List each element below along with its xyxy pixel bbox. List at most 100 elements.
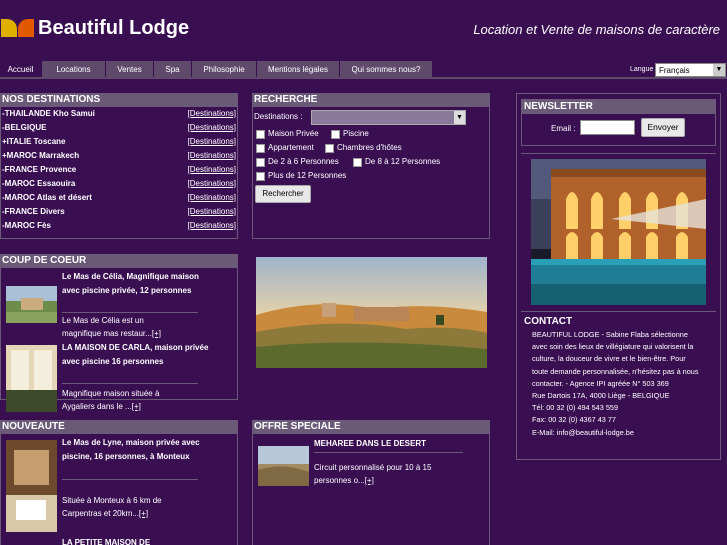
checkbox-appartement[interactable] — [256, 144, 265, 153]
destination-item[interactable]: -FRANCE Divers [Destinations] — [2, 205, 236, 219]
contact-title: CONTACT — [524, 316, 573, 327]
contact-line: avec soin des lieux de villégiature qui … — [532, 342, 694, 352]
logo-shape-yellow — [1, 19, 17, 37]
maison-de-carla-photo[interactable] — [6, 345, 57, 412]
destinations-link[interactable]: [Destinations] — [188, 107, 236, 121]
contact-line: BEAUTIFUL LODGE - Sabine Flaba sélection… — [532, 330, 688, 339]
coup-de-coeur-item-1-text: Le Mas de Célia est un magnifique mas re… — [62, 316, 161, 338]
nouveaute-item-1-text: Située à Monteux à 6 km de Carpentras et… — [62, 496, 162, 518]
destination-name[interactable]: -MAROC Fès — [2, 221, 51, 230]
checkbox-chambres-hotes[interactable] — [325, 144, 334, 153]
email-field[interactable] — [580, 120, 635, 135]
coup-de-coeur-item-2-text: Magnifique maison située à Aygaliers dan… — [62, 389, 160, 411]
email-label: Email : — [551, 124, 576, 133]
mas-de-celia-photo[interactable] — [6, 286, 57, 323]
contact-line: Tél: 00 32 (0) 494 543 559 — [532, 403, 619, 413]
destinations-link[interactable]: [Destinations] — [188, 135, 236, 149]
destination-item[interactable]: -BELGIQUE [Destinations] — [2, 121, 236, 135]
checkbox-plus-12-personnes[interactable] — [256, 172, 265, 181]
tab-qui-sommes-nous[interactable]: Qui sommes nous? — [340, 61, 433, 78]
item-divider — [314, 452, 463, 453]
destinations-select[interactable]: ▼ — [311, 110, 466, 125]
destination-name[interactable]: -MAROC Essaouira — [2, 179, 75, 188]
offre-speciale-title: OFFRE SPECIALE — [252, 420, 490, 434]
logo-shape-orange — [18, 19, 34, 37]
nouveaute-item-2-title[interactable]: LA PETITE MAISON DE — [62, 536, 212, 545]
coup-de-coeur-item-1-title[interactable]: Le Mas de Célia, Magnifique maison avec … — [62, 270, 212, 298]
mas-de-lyne-photo-art — [6, 440, 57, 532]
item-divider — [62, 383, 198, 384]
destination-item[interactable]: -MAROC Atlas et désert [Destinations] — [2, 191, 236, 205]
chevron-down-icon[interactable]: ▼ — [454, 111, 465, 124]
offre-item-more[interactable]: [+] — [365, 476, 374, 485]
coup-de-coeur-item-1-more[interactable]: [+] — [152, 329, 161, 338]
label-appartement: Appartement — [268, 143, 314, 152]
destination-name[interactable]: -MAROC Atlas et désert — [2, 193, 92, 202]
destinations-link[interactable]: [Destinations] — [188, 205, 236, 219]
search-button[interactable]: Rechercher — [255, 185, 311, 203]
destinations-link[interactable]: [Destinations] — [188, 191, 236, 205]
contact-line: contacter. - Agence IPI agréée N° 503 36… — [532, 378, 669, 388]
mas-de-lyne-photo[interactable] — [6, 440, 57, 532]
language-label: Langue — [630, 66, 654, 73]
destination-name[interactable]: -FRANCE Divers — [2, 207, 65, 216]
tab-ventes[interactable]: Ventes — [106, 61, 154, 78]
label-chambres-hotes: Chambres d'hôtes — [337, 143, 402, 152]
search-title: RECHERCHE — [252, 93, 490, 107]
destinations-link[interactable]: [Destinations] — [188, 219, 236, 233]
destinations-link[interactable]: [Destinations] — [188, 121, 236, 135]
maison-de-carla-photo-art — [6, 345, 57, 412]
checkbox-8-12-personnes[interactable] — [353, 158, 362, 167]
destination-item[interactable]: -FRANCE Provence [Destinations] — [2, 163, 236, 177]
chevron-down-icon[interactable]: ▼ — [713, 64, 725, 76]
checkbox-maison-privee[interactable] — [256, 130, 265, 139]
meharee-photo[interactable] — [258, 446, 309, 486]
tuscany-photo[interactable] — [256, 257, 487, 368]
tab-locations[interactable]: Locations — [42, 61, 106, 78]
destinations-link[interactable]: [Destinations] — [188, 163, 236, 177]
tab-mentions-legales[interactable]: Mentions légales — [257, 61, 340, 78]
nouveaute-item-1-title[interactable]: Le Mas de Lyne, maison privée avec pisci… — [62, 436, 212, 464]
mas-de-celia-photo-art — [6, 286, 57, 323]
contact-line: toute demande personnalisée, n'hésitez p… — [532, 366, 699, 376]
nouveaute-item-1-more[interactable]: [+] — [139, 509, 148, 518]
destinations-link[interactable]: [Destinations] — [188, 149, 236, 163]
newsletter-send-button[interactable]: Envoyer — [641, 118, 685, 137]
destination-item[interactable]: -MAROC Fès [Destinations] — [2, 219, 236, 233]
label-8-12-personnes: De 8 à 12 Personnes — [365, 157, 441, 166]
nouveaute-title: NOUVEAUTE — [0, 420, 238, 434]
label-maison-privee: Maison Privée — [268, 129, 319, 138]
coup-de-coeur-item-2-title[interactable]: LA MAISON DE CARLA, maison privée avec p… — [62, 341, 212, 369]
destination-name[interactable]: -THAILANDE Kho Samui — [2, 109, 95, 118]
lodge-photo[interactable] — [531, 159, 706, 305]
destination-item[interactable]: +MAROC Marrakech [Destinations] — [2, 149, 236, 163]
destination-item[interactable]: +ITALIE Toscane [Destinations] — [2, 135, 236, 149]
checkbox-2-6-personnes[interactable] — [256, 158, 265, 167]
destinations-title: NOS DESTINATIONS — [0, 93, 238, 107]
destinations-link[interactable]: [Destinations] — [188, 177, 236, 191]
tab-spa[interactable]: Spa — [154, 61, 192, 78]
coup-de-coeur-item-2-more[interactable]: [+] — [132, 402, 141, 411]
destination-name[interactable]: +ITALIE Toscane — [2, 137, 66, 146]
checkbox-piscine[interactable] — [331, 130, 340, 139]
destination-item[interactable]: -THAILANDE Kho Samui [Destinations] — [2, 107, 236, 121]
destination-name[interactable]: +MAROC Marrakech — [2, 151, 79, 160]
language-value: Français — [659, 66, 690, 75]
item-divider — [62, 479, 198, 480]
contact-line: Fax: 00 32 (0) 4367 43 77 — [532, 415, 616, 425]
tuscany-photo-art — [256, 257, 487, 368]
item-divider — [62, 312, 198, 313]
language-select[interactable]: Français ▼ — [655, 63, 726, 77]
offre-item-title[interactable]: MEHAREE DANS LE DESERT — [314, 437, 464, 451]
tab-accueil[interactable]: Accueil — [0, 61, 42, 78]
logo[interactable] — [1, 19, 35, 37]
tagline: Location et Vente de maisons de caractèr… — [473, 22, 720, 37]
destination-name[interactable]: -BELGIQUE — [2, 123, 46, 132]
offre-item-text: Circuit personnalisé pour 10 à 15 person… — [314, 463, 432, 485]
tab-philosophie[interactable]: Philosophie — [192, 61, 257, 78]
destination-name[interactable]: -FRANCE Provence — [2, 165, 76, 174]
brand-name[interactable]: Beautiful Lodge — [38, 17, 189, 40]
destination-item[interactable]: -MAROC Essaouira [Destinations] — [2, 177, 236, 191]
meharee-photo-art — [258, 446, 309, 486]
destinations-label: Destinations : — [254, 112, 303, 121]
